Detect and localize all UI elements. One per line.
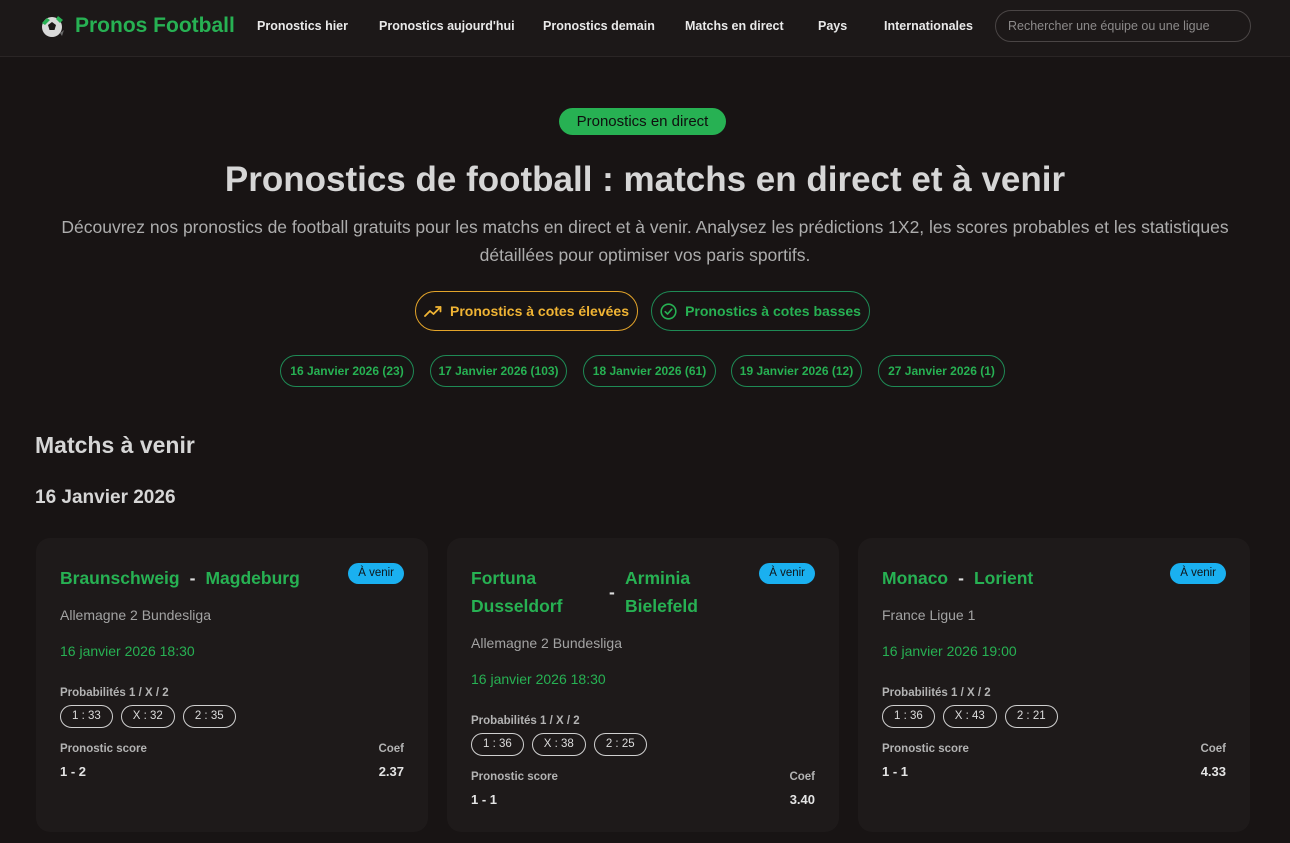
home-win-probability: 1 : 33 — [60, 705, 113, 728]
match-card[interactable]: Monaco - Lorient À venir France Ligue 1 … — [858, 538, 1250, 832]
low-odds-label: Pronostics à cotes basses — [685, 303, 861, 319]
kickoff-time: 16 janvier 2026 18:30 — [471, 671, 606, 687]
match-card[interactable]: Braunschweig - Magdeburg À venir Allemag… — [36, 538, 428, 832]
probabilities-row: 1 : 36 X : 43 2 : 21 — [882, 705, 1058, 728]
away-win-probability: 2 : 25 — [593, 733, 647, 756]
league-name: Allemagne 2 Bundesliga — [471, 635, 622, 651]
day-heading: 16 Janvier 2026 — [35, 487, 176, 508]
away-team[interactable]: Magdeburg — [205, 564, 299, 592]
score-label: Pronostic score — [60, 743, 147, 755]
section-title: Matchs à venir — [35, 432, 195, 458]
page-description-line-1: Découvrez nos pronostics de football gra… — [61, 217, 1229, 237]
high-odds-label: Pronostics à cotes élevées — [450, 303, 629, 319]
score-label: Pronostic score — [471, 771, 558, 783]
predicted-score: 1 - 1 — [471, 792, 498, 807]
status-badge: À venir — [1170, 563, 1226, 584]
away-team[interactable]: Lorient — [974, 564, 1033, 592]
home-win-probability: 1 : 36 — [882, 705, 935, 728]
home-team[interactable]: Braunschweig — [60, 564, 180, 592]
home-team[interactable]: Fortuna Dusseldorf — [471, 564, 609, 620]
team-separator: - — [189, 568, 196, 588]
date-filter-jan-19[interactable]: 19 Janvier 2026 (12) — [731, 355, 862, 387]
league-name: Allemagne 2 Bundesliga — [60, 607, 211, 623]
draw-probability: X : 43 — [942, 705, 997, 728]
page-description-line-2: détaillées pour optimiser vos paris spor… — [479, 245, 811, 265]
home-team[interactable]: Monaco — [882, 564, 948, 592]
kickoff-time: 16 janvier 2026 18:30 — [60, 643, 195, 659]
odds-value: 3.40 — [789, 792, 815, 807]
odds-value: 4.33 — [1200, 764, 1226, 779]
nav-link-international[interactable]: Internationales — [884, 19, 973, 33]
page-description: Découvrez nos pronostics de football gra… — [40, 213, 1250, 269]
match-teams: Braunschweig - Magdeburg — [60, 564, 300, 592]
coef-label: Coef — [378, 743, 404, 755]
probabilities-row: 1 : 33 X : 32 2 : 35 — [60, 705, 236, 728]
football-logo-icon[interactable] — [38, 12, 66, 40]
date-filter-jan-16[interactable]: 16 Janvier 2026 (23) — [280, 355, 414, 387]
league-name: France Ligue 1 — [882, 607, 976, 623]
check-circle-icon — [660, 302, 677, 320]
match-card[interactable]: Fortuna Dusseldorf - Arminia Bielefeld À… — [447, 538, 839, 832]
high-odds-button[interactable]: Pronostics à cotes élevées — [415, 291, 638, 331]
search-input[interactable] — [995, 10, 1251, 42]
date-filter-jan-17[interactable]: 17 Janvier 2026 (103) — [430, 355, 567, 387]
nav-link-today[interactable]: Pronostics aujourd'hui — [379, 19, 515, 33]
odds-value: 2.37 — [378, 764, 404, 779]
brand-name[interactable]: Pronos Football — [75, 14, 235, 38]
match-teams: Monaco - Lorient — [882, 564, 1033, 592]
page-title: Pronostics de football : matchs en direc… — [224, 160, 1066, 199]
top-navigation-bar: Pronos Football Pronostics hier Pronosti… — [0, 0, 1290, 57]
status-badge: À venir — [759, 563, 815, 584]
nav-link-yesterday[interactable]: Pronostics hier — [257, 19, 348, 33]
nav-link-tomorrow[interactable]: Pronostics demain — [543, 19, 655, 33]
draw-probability: X : 32 — [120, 705, 175, 728]
match-teams: Fortuna Dusseldorf - Arminia Bielefeld — [471, 564, 735, 620]
probabilities-label: Probabilités 1 / X / 2 — [471, 715, 580, 727]
date-filter-jan-18[interactable]: 18 Janvier 2026 (61) — [583, 355, 716, 387]
kickoff-time: 16 janvier 2026 19:00 — [882, 643, 1017, 659]
low-odds-button[interactable]: Pronostics à cotes basses — [651, 291, 870, 331]
home-win-probability: 1 : 36 — [471, 733, 524, 756]
live-predictions-badge: Pronostics en direct — [559, 108, 726, 135]
away-team[interactable]: Arminia Bielefeld — [625, 564, 735, 620]
probabilities-row: 1 : 36 X : 38 2 : 25 — [471, 733, 647, 756]
probabilities-label: Probabilités 1 / X / 2 — [882, 687, 991, 699]
away-win-probability: 2 : 35 — [182, 705, 236, 728]
status-badge: À venir — [348, 563, 404, 584]
score-label: Pronostic score — [882, 743, 969, 755]
team-separator: - — [958, 568, 964, 588]
date-filter-jan-27[interactable]: 27 Janvier 2026 (1) — [878, 355, 1005, 387]
probabilities-label: Probabilités 1 / X / 2 — [60, 687, 169, 699]
predicted-score: 1 - 2 — [60, 764, 87, 779]
coef-label: Coef — [1200, 743, 1226, 755]
draw-probability: X : 38 — [531, 733, 586, 756]
predicted-score: 1 - 1 — [882, 764, 909, 779]
team-separator: - — [609, 582, 615, 602]
nav-link-countries[interactable]: Pays — [818, 19, 847, 33]
coef-label: Coef — [789, 771, 815, 783]
away-win-probability: 2 : 21 — [1004, 705, 1058, 728]
trending-up-icon — [424, 306, 442, 317]
nav-link-live[interactable]: Matchs en direct — [685, 19, 784, 33]
